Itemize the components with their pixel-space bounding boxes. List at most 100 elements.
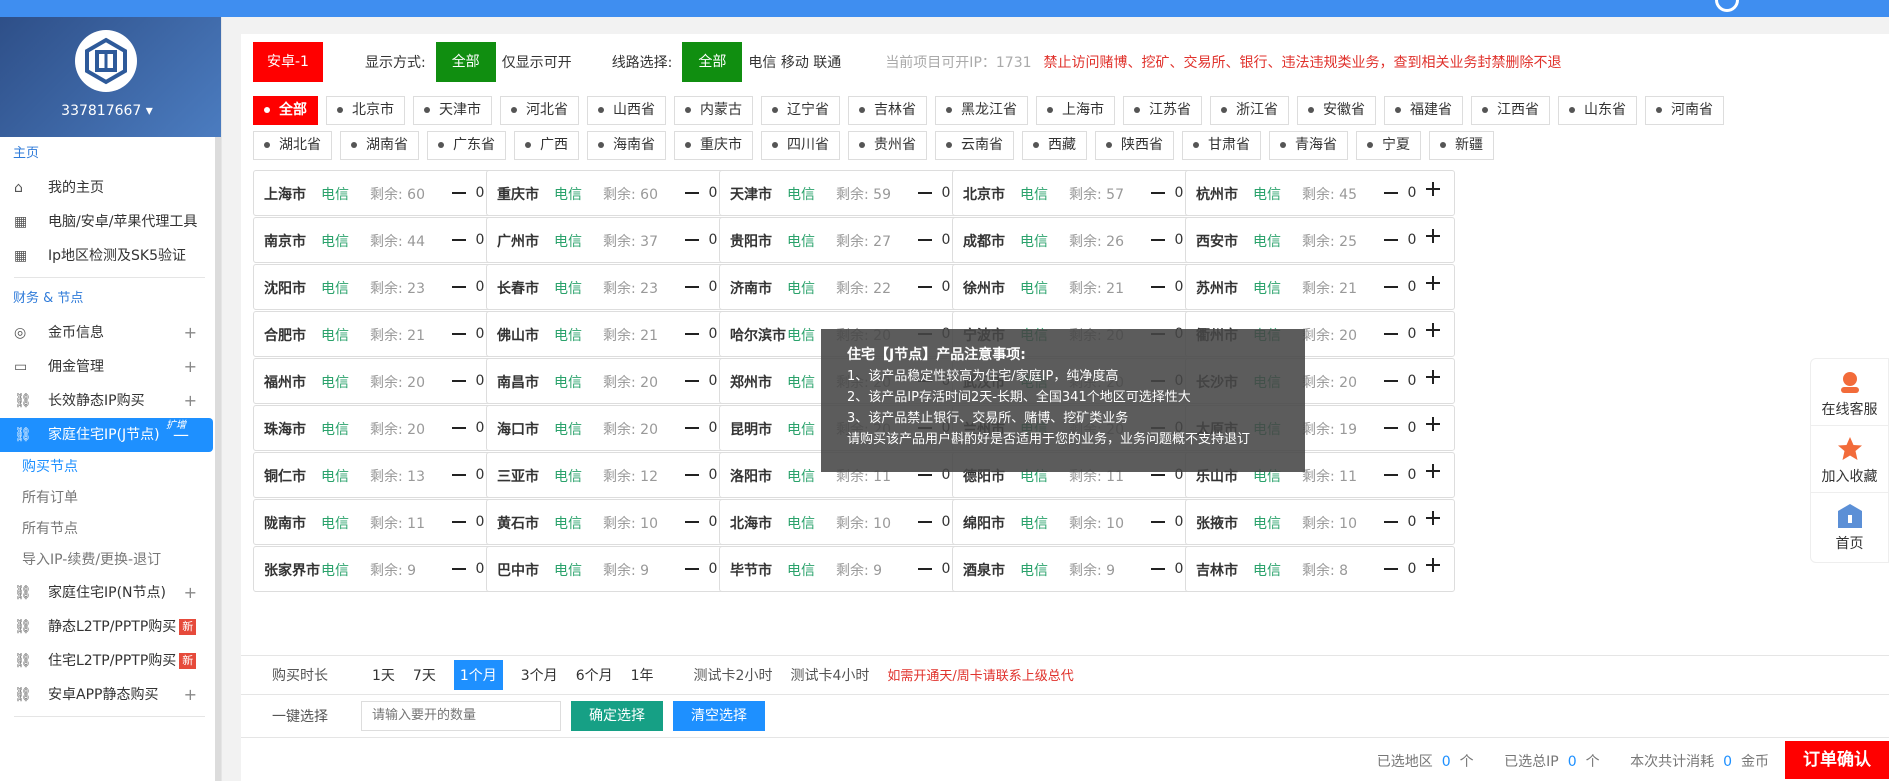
- quantity-value[interactable]: 0: [473, 467, 487, 483]
- menu-static-l2tp[interactable]: ⛓ 静态L2TP/PPTP购买新: [0, 610, 221, 644]
- quantity-value[interactable]: 0: [1405, 561, 1419, 577]
- quantity-value[interactable]: 0: [706, 373, 720, 389]
- user-name[interactable]: 337817667 ▾: [0, 103, 214, 119]
- line-all-button[interactable]: 全部: [682, 42, 743, 82]
- minus-button[interactable]: [452, 474, 466, 476]
- quantity-value[interactable]: 0: [1405, 514, 1419, 530]
- province-tag[interactable]: 内蒙古: [674, 96, 753, 125]
- display-all-button[interactable]: 全部: [435, 42, 496, 82]
- minus-button[interactable]: [452, 192, 466, 194]
- minus-button[interactable]: [452, 333, 466, 335]
- menu-commission[interactable]: ▭ 佣金管理 +: [0, 350, 221, 384]
- minus-button[interactable]: [1384, 333, 1398, 335]
- quantity-value[interactable]: 0: [1405, 420, 1419, 436]
- quantity-value[interactable]: 0: [1172, 279, 1186, 295]
- province-tag[interactable]: 宁夏: [1356, 131, 1421, 160]
- quantity-value[interactable]: 0: [1405, 373, 1419, 389]
- minus-button[interactable]: [1384, 192, 1398, 194]
- sub-all-nodes[interactable]: 所有节点: [0, 514, 221, 545]
- minus-button[interactable]: [685, 380, 699, 382]
- minus-button[interactable]: [452, 380, 466, 382]
- minus-button[interactable]: [1384, 568, 1398, 570]
- province-tag[interactable]: 吉林省: [848, 96, 927, 125]
- menu-ip-check[interactable]: ▦ Ip地区检测及SK5验证: [0, 239, 221, 273]
- minus-button[interactable]: [918, 239, 932, 241]
- province-tag[interactable]: 浙江省: [1210, 96, 1289, 125]
- province-tag[interactable]: 甘肃省: [1182, 131, 1261, 160]
- clear-select-button[interactable]: 清空选择: [673, 700, 765, 731]
- province-tag[interactable]: 云南省: [935, 131, 1014, 160]
- sub-import-ip[interactable]: 导入IP-续费/更换-退订: [0, 545, 221, 576]
- menu-home-ip-n[interactable]: ⛓ 家庭住宅IP(N节点) +: [0, 576, 221, 610]
- minus-button[interactable]: [452, 286, 466, 288]
- menu-static-ip[interactable]: ⛓ 长效静态IP购买 +: [0, 384, 221, 418]
- collapse-icon[interactable]: —: [173, 418, 189, 452]
- province-tag[interactable]: 重庆市: [674, 131, 753, 160]
- province-tag[interactable]: 北京市: [326, 96, 405, 125]
- confirm-select-button[interactable]: 确定选择: [571, 700, 663, 731]
- province-tag[interactable]: 河北省: [500, 96, 579, 125]
- quantity-value[interactable]: 0: [473, 279, 487, 295]
- quantity-value[interactable]: 0: [1405, 232, 1419, 248]
- province-tag[interactable]: 江苏省: [1123, 96, 1202, 125]
- duration-option[interactable]: 6个月: [576, 665, 613, 685]
- home-button[interactable]: 首页: [1811, 493, 1888, 560]
- minus-button[interactable]: [918, 192, 932, 194]
- quantity-value[interactable]: 0: [939, 232, 953, 248]
- province-tag[interactable]: 新疆: [1429, 131, 1494, 160]
- minus-button[interactable]: [685, 286, 699, 288]
- province-tag[interactable]: 西藏: [1022, 131, 1087, 160]
- expand-icon[interactable]: +: [184, 350, 197, 384]
- favorite-button[interactable]: 加入收藏: [1811, 426, 1888, 493]
- province-tag[interactable]: 青海省: [1269, 131, 1348, 160]
- province-tag[interactable]: 山东省: [1558, 96, 1637, 125]
- quantity-value[interactable]: 0: [939, 185, 953, 201]
- minus-button[interactable]: [685, 474, 699, 476]
- quantity-value[interactable]: 0: [473, 420, 487, 436]
- quantity-value[interactable]: 0: [473, 185, 487, 201]
- plus-button[interactable]: [1426, 463, 1442, 479]
- minus-button[interactable]: [452, 521, 466, 523]
- province-tag[interactable]: 四川省: [761, 131, 840, 160]
- province-tag[interactable]: 河南省: [1645, 96, 1724, 125]
- quantity-value[interactable]: 0: [473, 561, 487, 577]
- service-button[interactable]: 在线客服: [1811, 359, 1888, 426]
- quantity-value[interactable]: 0: [1405, 467, 1419, 483]
- minus-button[interactable]: [685, 568, 699, 570]
- province-tag[interactable]: 辽宁省: [761, 96, 840, 125]
- expand-icon[interactable]: +: [184, 316, 197, 350]
- minus-button[interactable]: [1151, 521, 1165, 523]
- plus-button[interactable]: [1426, 228, 1442, 244]
- quantity-value[interactable]: 0: [706, 185, 720, 201]
- plus-button[interactable]: [1426, 510, 1442, 526]
- duration-option[interactable]: 1天: [372, 665, 395, 685]
- minus-button[interactable]: [1151, 286, 1165, 288]
- plus-button[interactable]: [1426, 181, 1442, 197]
- province-tag[interactable]: 陕西省: [1095, 131, 1174, 160]
- quantity-value[interactable]: 0: [939, 514, 953, 530]
- quantity-value[interactable]: 0: [473, 232, 487, 248]
- province-tag[interactable]: 山西省: [587, 96, 666, 125]
- minus-button[interactable]: [1384, 427, 1398, 429]
- province-tag[interactable]: 上海市: [1036, 96, 1115, 125]
- quantity-value[interactable]: 0: [1172, 514, 1186, 530]
- duration-option[interactable]: 测试卡4小时: [790, 665, 869, 685]
- minus-button[interactable]: [1151, 474, 1165, 476]
- platform-button[interactable]: 安卓-1: [253, 42, 323, 82]
- quantity-value[interactable]: 0: [473, 514, 487, 530]
- expand-icon[interactable]: +: [184, 576, 197, 610]
- sub-all-orders[interactable]: 所有订单: [0, 483, 221, 514]
- quantity-value[interactable]: 0: [1405, 279, 1419, 295]
- quantity-value[interactable]: 0: [706, 467, 720, 483]
- menu-res-l2tp[interactable]: ⛓ 住宅L2TP/PPTP购买新: [0, 644, 221, 678]
- minus-button[interactable]: [685, 192, 699, 194]
- quantity-value[interactable]: 0: [706, 561, 720, 577]
- plus-button[interactable]: [1426, 275, 1442, 291]
- duration-option[interactable]: 7天: [413, 665, 436, 685]
- line-options[interactable]: 电信 移动 联通: [748, 52, 841, 72]
- duration-option-selected[interactable]: 1个月: [453, 659, 503, 690]
- quantity-value[interactable]: 0: [706, 420, 720, 436]
- plus-button[interactable]: [1426, 369, 1442, 385]
- province-tag[interactable]: 湖北省: [253, 131, 332, 160]
- minus-button[interactable]: [452, 568, 466, 570]
